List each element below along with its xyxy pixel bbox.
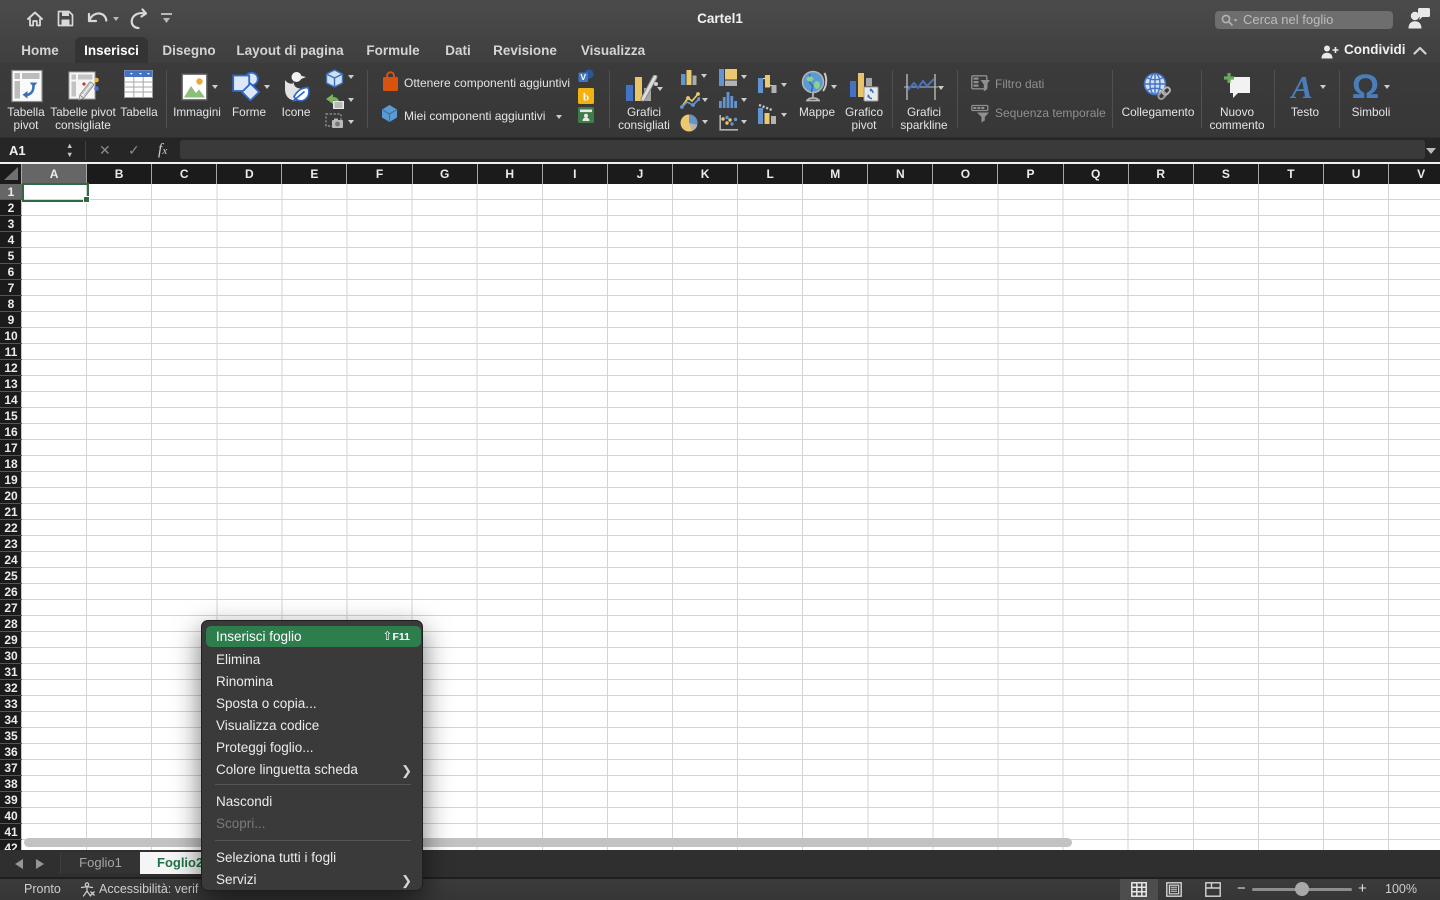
svg-text:A: A xyxy=(1289,72,1312,101)
svg-text:Ω: Ω xyxy=(1352,71,1379,102)
svg-text:V: V xyxy=(580,72,586,82)
svg-text:b: b xyxy=(583,92,589,104)
